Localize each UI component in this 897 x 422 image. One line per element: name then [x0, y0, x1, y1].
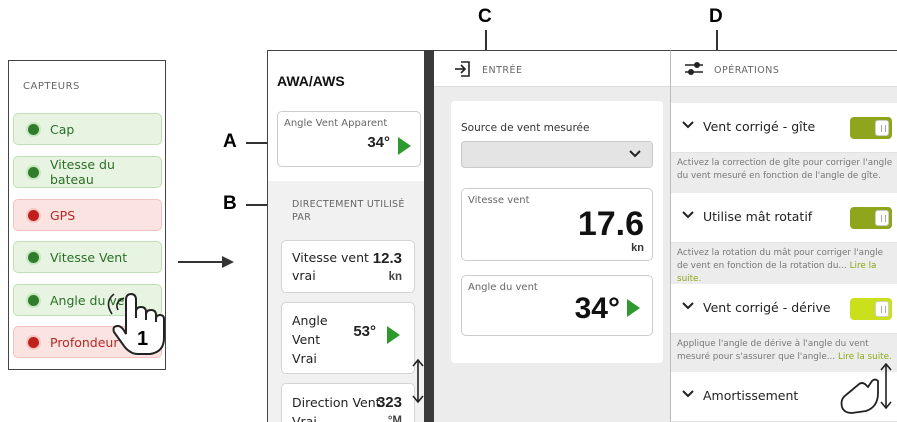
- item-value: 53°: [353, 323, 376, 340]
- callout-a: A: [223, 131, 237, 152]
- op-row-rotating-mast[interactable]: Utilise mât rotatif: [671, 193, 897, 243]
- item-name-line2: Vrai: [292, 414, 317, 422]
- sensor-label: Vitesse Vent: [50, 249, 128, 265]
- chevron-down-icon[interactable]: [681, 301, 695, 311]
- chevron-down-icon: [629, 150, 641, 158]
- input-card: Source de vent mesurée Vitesse vent 17.6…: [451, 101, 663, 363]
- op-label: Utilise mât rotatif: [703, 209, 813, 224]
- sensor-label: Vitesse du bateau: [50, 157, 115, 187]
- true-wind-angle-card[interactable]: Angle Vent Vrai 53°: [281, 302, 415, 374]
- operations-panel-header: OPÉRATIONS: [671, 51, 897, 87]
- op-row-leeway-correction[interactable]: Vent corrigé - dérive: [671, 284, 897, 334]
- panel-divider: [424, 50, 434, 422]
- item-name: Angle: [292, 313, 328, 328]
- card-label: Angle Vent Apparent: [284, 118, 388, 129]
- toggle-knob: [875, 120, 889, 136]
- status-ok-icon: [28, 294, 39, 306]
- callout-c: C: [478, 6, 492, 27]
- item-value: 323: [376, 394, 402, 411]
- toggle-knob: [875, 301, 889, 317]
- op-description: Activez la rotation du mât pour corriger…: [677, 247, 895, 286]
- status-ok-icon: [28, 251, 39, 263]
- settings-sliders-icon: [685, 62, 703, 75]
- header-label: ENTRÉE: [482, 65, 523, 76]
- sensor-label: GPS: [50, 207, 76, 223]
- wind-source-select[interactable]: [461, 141, 653, 168]
- item-unit: kn: [388, 271, 402, 283]
- leeway-correction-toggle[interactable]: [850, 298, 892, 320]
- scroll-hand-icon: [840, 363, 892, 414]
- op-label: Vent corrigé - dérive: [703, 300, 831, 315]
- sensor-item-boat-speed[interactable]: Vitesse du bateau: [13, 156, 162, 188]
- chevron-down-icon[interactable]: [681, 210, 695, 220]
- heel-correction-toggle[interactable]: [850, 117, 892, 139]
- awa-aws-panel: AWA/AWS Angle Vent Apparent 34° DIRECTEM…: [267, 50, 424, 422]
- sensor-item-gps[interactable]: GPS: [13, 199, 162, 231]
- input-panel: ENTRÉE Source de vent mesurée Vitesse ve…: [434, 50, 670, 422]
- card-label: Vitesse vent: [468, 195, 530, 206]
- item-name-line2: vrai: [292, 268, 316, 283]
- play-arrow-icon: [387, 326, 400, 344]
- card-value: 17.6: [577, 205, 644, 243]
- section-title: DIRECTEMENT UTILISÉ PAR: [292, 199, 405, 223]
- card-value: 34°: [367, 134, 390, 151]
- sensors-title: CAPTEURS: [23, 81, 80, 92]
- op-label: Vent corrigé - gîte: [703, 119, 816, 134]
- apparent-wind-angle-card[interactable]: Angle Vent Apparent 34°: [277, 111, 421, 167]
- status-ok-icon: [28, 123, 39, 135]
- status-error-icon: [28, 209, 39, 221]
- used-by-section: DIRECTEMENT UTILISÉ PAR Vitesse vent vra…: [268, 181, 424, 422]
- play-arrow-icon: [398, 137, 411, 155]
- input-panel-header: ENTRÉE: [434, 51, 670, 87]
- card-label: Angle du vent: [468, 282, 538, 293]
- card-value: 34°: [574, 292, 620, 325]
- sensor-label: Cap: [50, 121, 75, 137]
- status-error-icon: [28, 336, 39, 348]
- step-number: 1: [137, 328, 149, 350]
- true-wind-speed-card[interactable]: Vitesse vent vrai 12.3 kn: [281, 240, 415, 293]
- item-unit: °M: [387, 415, 402, 422]
- item-value: 12.3: [372, 250, 402, 267]
- chevron-down-icon[interactable]: [681, 120, 695, 130]
- wind-angle-card[interactable]: Angle du vent 34°: [461, 275, 653, 336]
- read-more-link[interactable]: Lire la suite.: [838, 352, 892, 362]
- rotating-mast-toggle[interactable]: [850, 207, 892, 229]
- header-label: OPÉRATIONS: [714, 65, 780, 76]
- op-row-heel-correction[interactable]: Vent corrigé - gîte: [671, 103, 897, 153]
- play-arrow-icon: [627, 299, 640, 317]
- sensor-item-wind-speed[interactable]: Vitesse Vent: [13, 241, 162, 273]
- chevron-down-icon[interactable]: [681, 389, 695, 399]
- item-name-line2: Vent: [292, 332, 321, 347]
- item-name: Direction Vent: [292, 395, 381, 410]
- sensor-item-cap[interactable]: Cap: [13, 113, 162, 145]
- callout-b: B: [223, 193, 237, 214]
- status-ok-icon: [28, 166, 39, 178]
- arrow-right-icon: [178, 256, 234, 268]
- op-description: Applique l'angle de dérive à l'angle du …: [677, 338, 895, 364]
- card-unit: kn: [631, 242, 644, 254]
- panel-title: AWA/AWS: [277, 73, 345, 89]
- item-name-line3: Vrai: [292, 351, 317, 366]
- callout-d: D: [709, 6, 723, 27]
- toggle-knob: [875, 210, 889, 226]
- item-name: Vitesse vent: [292, 250, 369, 265]
- enter-icon: [455, 61, 470, 77]
- op-description: Activez la correction de gîte pour corri…: [677, 158, 893, 181]
- wind-speed-card[interactable]: Vitesse vent 17.6 kn: [461, 188, 653, 261]
- op-label: Amortissement: [703, 388, 799, 403]
- source-label: Source de vent mesurée: [461, 122, 590, 134]
- true-wind-direction-card[interactable]: Direction Vent Vrai 323 °M: [281, 383, 415, 422]
